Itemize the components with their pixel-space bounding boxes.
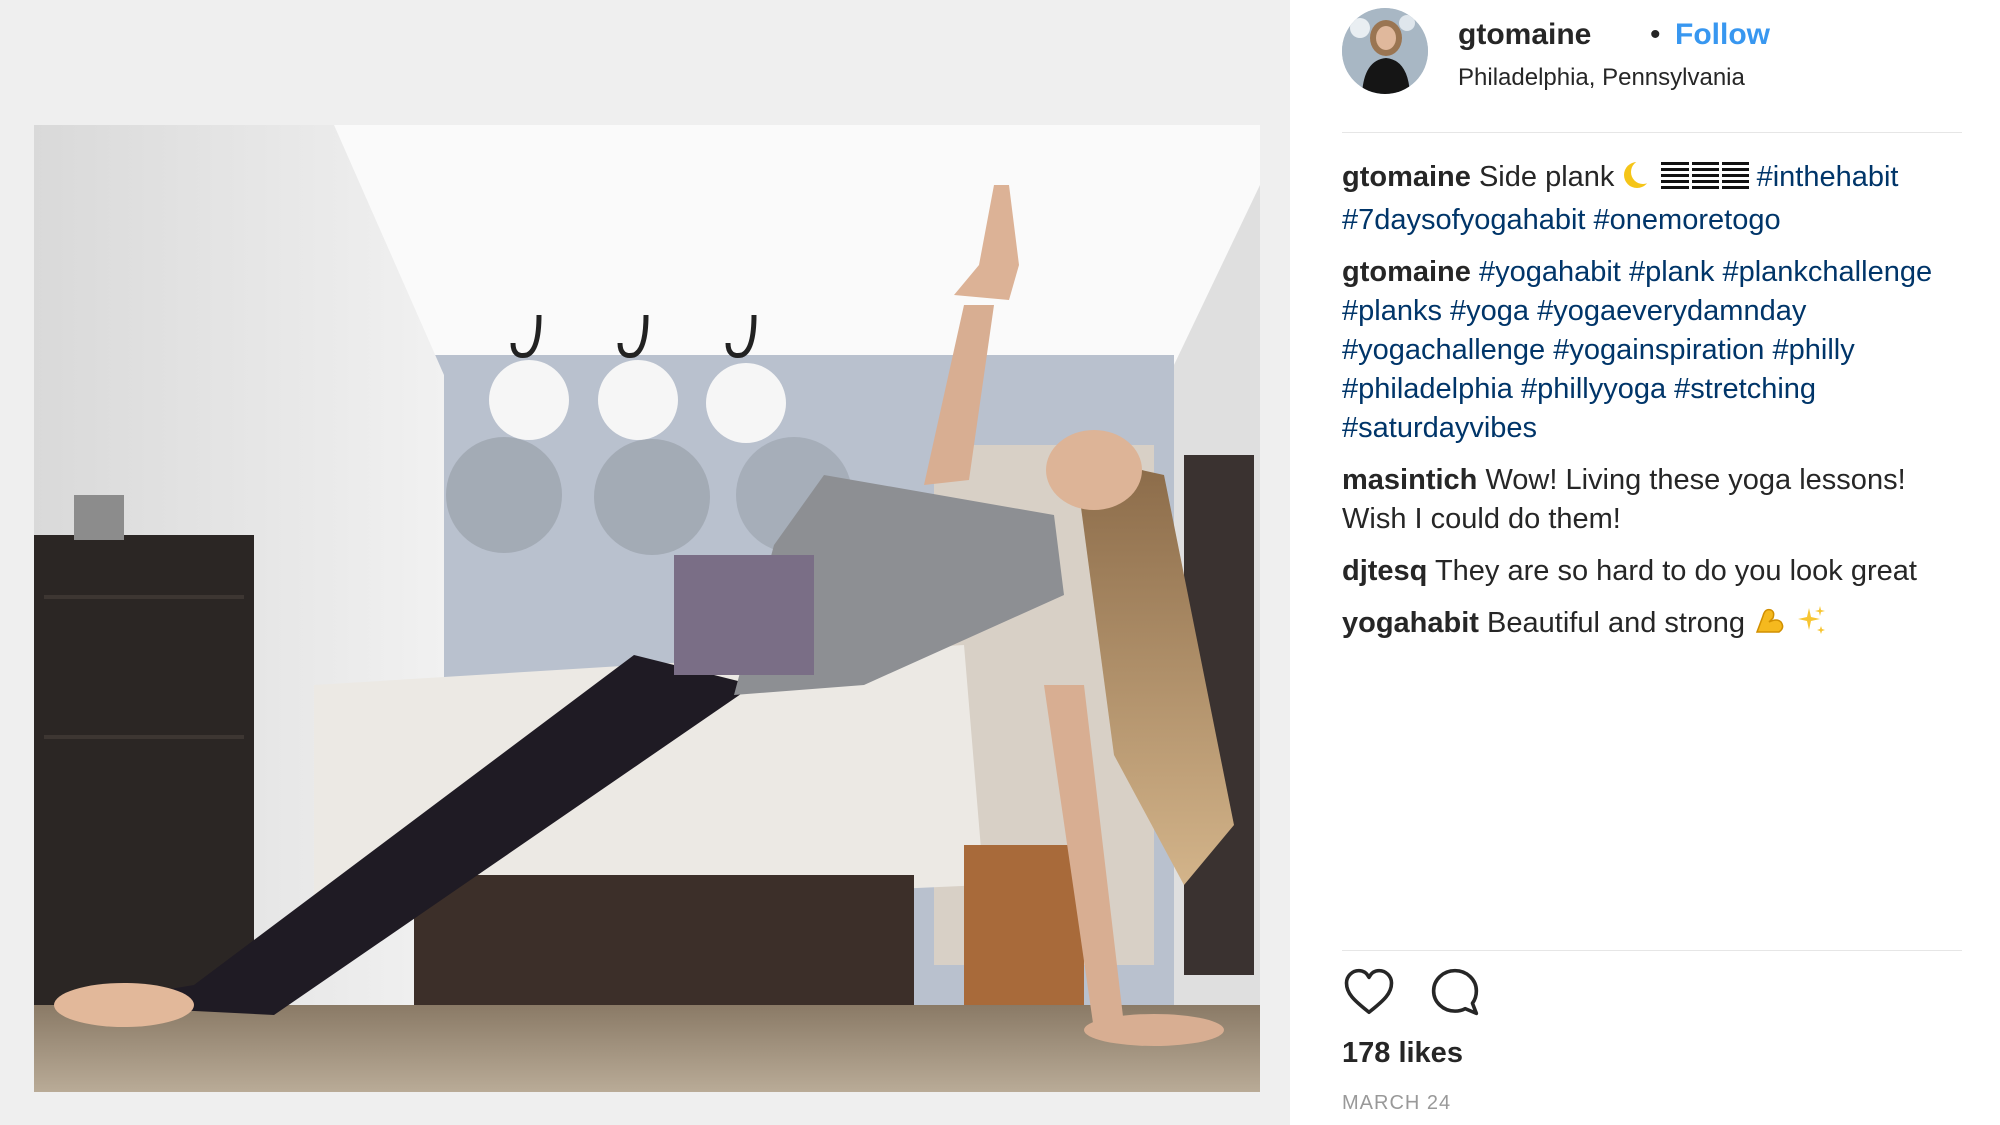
photo-illustration [34,125,1260,1092]
avatar[interactable] [1342,8,1428,94]
hashtag-link[interactable]: #philadelphia [1342,373,1513,405]
post-date[interactable]: MARCH 24 [1342,1092,1451,1115]
comment-username[interactable]: masintich [1342,464,1477,496]
hashtag-link[interactable]: #yogahabit [1479,256,1621,288]
hashtag-link[interactable]: #onemoretogo [1594,204,1781,236]
flexed-biceps-icon [1753,604,1787,647]
hashtag-link[interactable]: #plank [1629,256,1714,288]
comment-list: gtomaine Side plank #inthehabit #7daysof… [1342,158,1962,660]
comment-username[interactable]: yogahabit [1342,607,1479,639]
hashtag-link[interactable]: #phillyyoga [1521,373,1666,405]
comment-item: masintich Wow! Living these yoga lessons… [1342,461,1962,539]
comment-text: Beautiful and strong [1487,607,1745,639]
follow-button[interactable]: Follow [1675,18,1770,52]
post-details: gtomaine • Follow Philadelphia, Pennsylv… [1290,0,2000,1125]
speech-bubble-icon [1431,968,1479,1016]
actions-divider [1342,950,1962,951]
heart-outline-icon [1344,968,1394,1015]
hashtag-link[interactable]: #yoga [1450,295,1529,327]
post-actions [1342,965,1962,1025]
author-username-link[interactable]: gtomaine [1458,18,1591,52]
hashtag-link[interactable]: #planks [1342,295,1442,327]
avatar-image [1342,8,1428,94]
hashtag-link[interactable]: #yogainspiration [1553,334,1764,366]
hashtag-link[interactable]: #7daysofyogahabit [1342,204,1585,236]
hashtag-link[interactable]: #yogachallenge [1342,334,1545,366]
hashtag-link[interactable]: #saturdayvibes [1342,412,1537,444]
comment-item: djtesq They are so hard to do you look g… [1342,552,1962,591]
hashtag-link[interactable]: #plankchallenge [1722,256,1932,288]
separator-dot: • [1650,18,1661,51]
like-count[interactable]: 178 likes [1342,1037,1463,1070]
location-link[interactable]: Philadelphia, Pennsylvania [1458,64,1745,92]
media-panel [0,0,1290,1125]
header-divider [1342,132,1962,133]
comment-text: They are so hard to do you look great [1434,555,1917,587]
comment-button[interactable] [1428,965,1484,1021]
crescent-moon-icon [1622,160,1656,201]
comment-item: yogahabit Beautiful and strong [1342,604,1962,647]
bars-icon [1660,160,1749,201]
hashtag-link[interactable]: #stretching [1674,373,1816,405]
post-photo[interactable] [34,125,1260,1092]
hashtag-link[interactable]: #yogaeverydamnday [1537,295,1806,327]
like-button[interactable] [1342,965,1398,1021]
comment-username[interactable]: gtomaine [1342,161,1471,193]
post-header: gtomaine • Follow Philadelphia, Pennsylv… [1342,8,1962,128]
hashtag-link[interactable]: #inthehabit [1757,161,1899,193]
hashtag-link[interactable]: #philly [1773,334,1855,366]
comment-username[interactable]: gtomaine [1342,256,1471,288]
comment-item: gtomaine #yogahabit #plank #plankchallen… [1342,253,1962,448]
comment-item: gtomaine Side plank #inthehabit #7daysof… [1342,158,1962,240]
sparkles-icon [1795,604,1827,647]
comment-text: Side plank [1478,161,1615,193]
comment-username[interactable]: djtesq [1342,555,1427,587]
